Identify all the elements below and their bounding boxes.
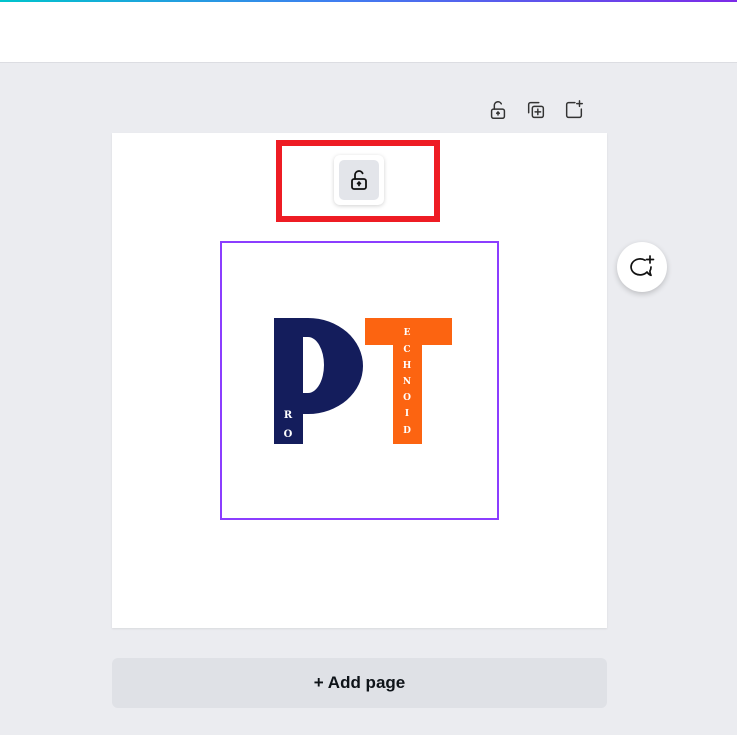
duplicate-page-icon <box>527 101 545 119</box>
logo-p-letter-r: R <box>284 410 293 421</box>
pt-logo: R O E C H N O I D <box>274 318 452 444</box>
duplicate-page-button[interactable] <box>522 96 550 124</box>
add-page-button[interactable]: + Add page <box>112 658 607 708</box>
page-tools <box>484 96 588 124</box>
logo-letter-p <box>274 318 363 444</box>
lock-popup <box>334 155 384 205</box>
logo-t-letter-o: O <box>403 393 411 403</box>
top-accent-bar <box>0 0 737 2</box>
unlock-icon <box>351 170 367 190</box>
unlock-element-button[interactable] <box>339 160 379 200</box>
logo-t-letter-i: I <box>405 409 409 419</box>
logo-t-letter-c: C <box>403 345 410 355</box>
add-page-label: + Add page <box>313 673 406 692</box>
selected-logo-element[interactable]: R O E C H N O I D <box>220 241 499 520</box>
unlock-icon <box>490 101 506 119</box>
add-page-button-small[interactable] <box>560 96 588 124</box>
logo-t-letter-n: N <box>403 377 411 387</box>
add-comment-icon <box>630 255 655 277</box>
add-page-icon <box>565 100 583 119</box>
logo-t-letter-d: D <box>403 426 411 436</box>
logo-p-letter-o: O <box>284 429 293 440</box>
logo-t-letter-h: H <box>403 361 412 371</box>
unlock-page-button[interactable] <box>484 96 512 124</box>
add-comment-button[interactable] <box>617 242 667 292</box>
top-toolbar <box>0 0 737 63</box>
logo-t-letter-e: E <box>404 328 411 338</box>
